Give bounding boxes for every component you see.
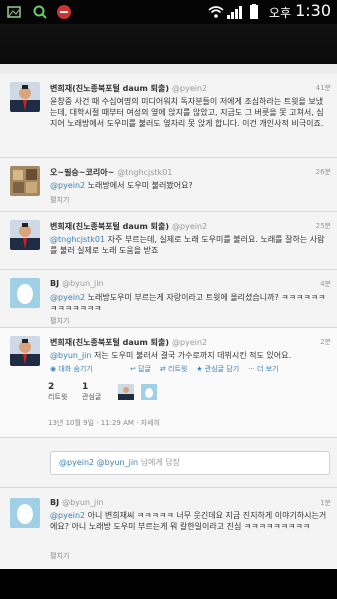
tweet-handle: @byun_jin (62, 279, 104, 288)
tweet-time: 41분 (315, 84, 331, 92)
retweet-stat[interactable]: 2 리트윗 (48, 382, 67, 402)
avatar[interactable] (10, 278, 40, 308)
tweet-item[interactable]: BJ @byun_jin 1분 @pyein2 아니 변희재씨 ㅋㅋㅋㅋㅋ 너무 … (0, 488, 337, 569)
tweet-text: @pyein2 노래방도우미 부르는게 자랑이라고 트윗에 올리셨습니까? ㅋㅋ… (50, 293, 326, 313)
timeline[interactable]: 변희재(친노종북포털 daum 퇴출) @pyein2 41분 윤창중 사건 때 … (0, 64, 337, 569)
tweet-actions: ↩ 답글 ⇄ 리트윗 ★ 관심글 담기 ··· 더 보기 (130, 364, 279, 374)
tweet-author[interactable]: 변희재(친노종북포털 daum 퇴출) @pyein2 (50, 83, 207, 94)
expand-link[interactable]: 펼치기 (50, 551, 69, 561)
status-ampm: 오후 (268, 6, 291, 20)
avatar[interactable] (10, 498, 40, 528)
gallery-icon (7, 6, 21, 18)
retweet-button[interactable]: ⇄ 리트윗 (160, 365, 187, 373)
star-icon: ★ (196, 365, 203, 373)
stop-icon (57, 5, 71, 19)
tweet-author[interactable]: BJ @byun_jin (50, 279, 104, 288)
favorite-button[interactable]: ★ 관심글 담기 (196, 365, 239, 373)
tweet-time: 1분 (320, 499, 331, 507)
tweet-mention[interactable]: @pyein2 (50, 293, 85, 302)
tweet-handle: @pyein2 (172, 222, 208, 231)
favorite-label: 관심글 (82, 393, 102, 401)
tweet-text: @byun_jin 저는 도우미 불러서 결국 가수로까지 데뷔시킨 적도 있어… (50, 351, 291, 360)
avatar[interactable] (10, 220, 40, 250)
favorite-stat[interactable]: 1 관심글 (82, 382, 101, 402)
expand-link[interactable]: 펼치기 (50, 195, 69, 205)
tweet-item[interactable]: BJ @byun_jin 4분 @pyein2 노래방도우미 부르는게 자랑이라고… (0, 270, 337, 328)
avatar[interactable] (10, 166, 40, 196)
tweet-text: @tnghcjstk01 자주 부르는데, 실제로 노래 도우미를 불러요. 노… (50, 235, 325, 255)
tweet-author[interactable]: BJ @byun_jin (50, 498, 104, 507)
tweet-item[interactable]: 변희재(친노종북포털 daum 퇴출) @pyein2 41분 윤창중 사건 때 … (0, 74, 337, 158)
signal-icon (227, 6, 242, 19)
tweet-handle: @byun_jin (62, 498, 104, 507)
tweet-mention[interactable]: @tnghcjstk01 (50, 235, 105, 244)
avatar[interactable] (141, 384, 158, 400)
tweet-author[interactable]: 변희재(친노종북포털 daum 퇴출) @pyein2 (50, 337, 207, 348)
tweet-item[interactable]: 변희재(친노종북포털 daum 퇴출) @pyein2 25분 @tnghcjst… (0, 212, 337, 270)
retweet-label: 리트윗 (48, 393, 68, 401)
tweet-time: 2분 (320, 338, 331, 346)
favorited-avatars (118, 384, 158, 404)
bottom-bar (0, 569, 337, 599)
wifi-icon (208, 6, 224, 18)
top-bar-shadow (0, 24, 337, 64)
reply-button[interactable]: ↩ 답글 (130, 365, 151, 373)
favorite-count: 1 (82, 382, 89, 392)
tweet-timestamp: 13년 10월 9일 · 11:29 AM · 자세히 (48, 419, 160, 427)
reply-placeholder: 님에게 답장 (140, 458, 181, 467)
tweet-author[interactable]: 변희재(친노종북포털 daum 퇴출) @pyein2 (50, 221, 207, 232)
status-time: 1:30 (295, 1, 331, 20)
tweet-handle: @pyein2 (172, 338, 208, 347)
more-icon: ··· (248, 365, 255, 373)
tweet-mention[interactable]: @byun_jin (50, 351, 91, 360)
more-button[interactable]: ··· 더 보기 (248, 365, 278, 373)
tweet-mention[interactable]: @pyein2 (50, 511, 85, 520)
search-icon (33, 5, 47, 19)
retweet-count: 2 (48, 382, 55, 392)
tweet-text: 윤창중 사건 때 수십여명의 미디어워치 독자분들이 저에게 조심하라는 트윗을… (50, 97, 324, 128)
tweet-handle: @tnghcjstk01 (117, 168, 173, 177)
tweet-detail[interactable]: 변희재(친노종북포털 daum 퇴출) @pyein2 2분 @byun_jin … (0, 328, 337, 438)
tweet-text: @pyein2 노래방에서 도우미 불러봤어요? (50, 181, 193, 190)
expand-link[interactable]: 펼치기 (50, 316, 69, 326)
tweet-time: 26분 (315, 168, 331, 176)
tweet-author[interactable]: 오~필승~코리아~ @tnghcjstk01 (50, 167, 172, 178)
tweet-handle: @pyein2 (172, 84, 208, 93)
reply-icon: ↩ (130, 365, 136, 373)
tweet-text: @pyein2 아니 변희재씨 ㅋㅋㅋㅋㅋ 너무 웃긴데요 지금 진지하게 이야… (50, 511, 327, 531)
avatar[interactable] (118, 384, 134, 400)
avatar[interactable] (10, 336, 40, 366)
reply-input[interactable]: @pyein2 @byun_jin 님에게 답장 (50, 451, 330, 475)
tweet-time: 4분 (320, 280, 331, 288)
tweet-time: 25분 (315, 222, 331, 230)
reply-section: @pyein2 @byun_jin 님에게 답장 (0, 438, 337, 488)
tweet-item[interactable]: 오~필승~코리아~ @tnghcjstk01 26분 @pyein2 노래방에서 … (0, 158, 337, 212)
battery-icon (250, 4, 258, 19)
hide-conversation-link[interactable]: ◉ 대화 숨기기 (50, 364, 93, 374)
retweet-icon: ⇄ (159, 365, 166, 373)
tweet-mention[interactable]: @pyein2 (50, 181, 85, 190)
status-bar: 오후 1:30 (0, 0, 337, 24)
avatar[interactable] (10, 82, 40, 112)
